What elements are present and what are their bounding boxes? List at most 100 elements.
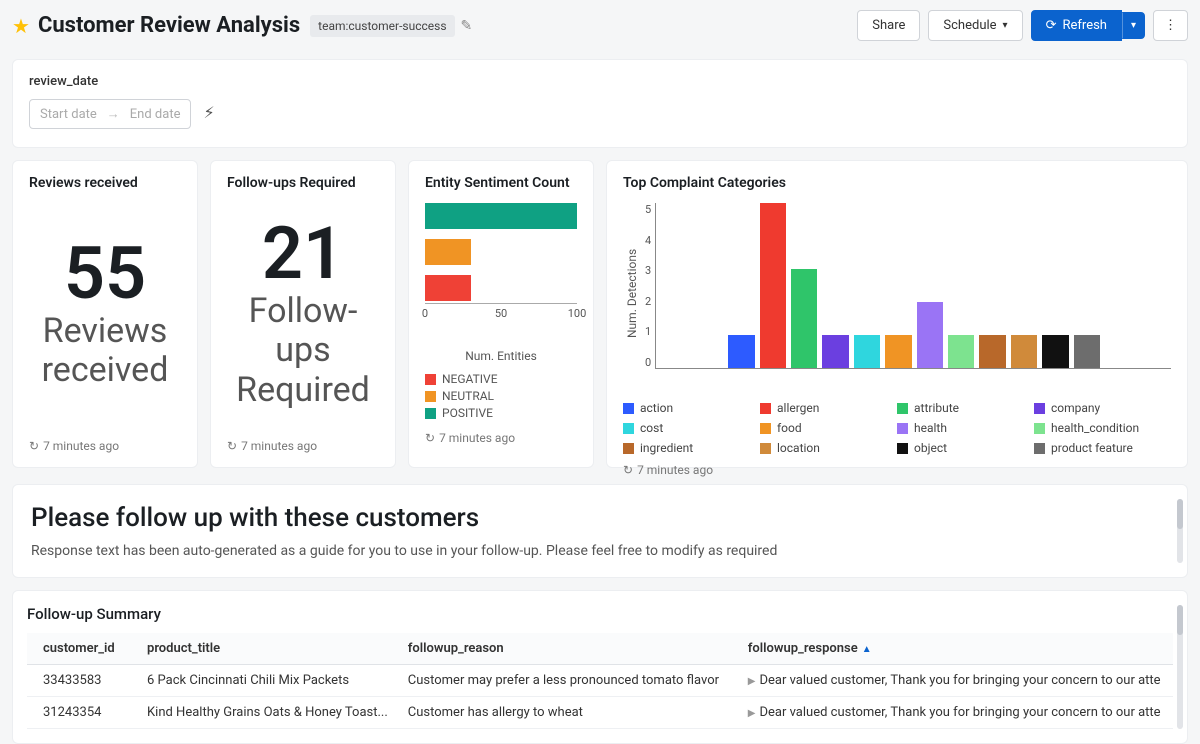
top-complaint-categories-card: Top Complaint Categories Num. Detections… xyxy=(606,160,1188,468)
star-icon[interactable]: ★ xyxy=(12,14,30,38)
section-subtitle: Response text has been auto-generated as… xyxy=(31,543,1169,559)
bar-product feature xyxy=(1074,335,1100,368)
legend-item: health_condition xyxy=(1034,421,1171,435)
sentiment-bar-chart: 0 50 100 xyxy=(425,203,577,323)
clock-icon: ↻ xyxy=(227,439,237,453)
bar-object xyxy=(1042,335,1068,368)
table-title: Follow-up Summary xyxy=(27,605,1173,623)
filter-card: review_date Start date → End date ⚡︎ xyxy=(12,59,1188,148)
complaint-bar-chart: Num. Detections 5 4 3 2 1 0 xyxy=(623,203,1171,383)
reviews-label: Reviews received xyxy=(29,312,181,390)
legend-item: cost xyxy=(623,421,760,435)
followups-label: Follow-ups Required xyxy=(227,292,379,409)
bar-cost xyxy=(854,335,880,368)
reviews-received-card: Reviews received 55 Reviews received ↻7 … xyxy=(12,160,198,468)
team-tag[interactable]: team:customer-success xyxy=(310,15,454,37)
y-axis-label: Num. Detections xyxy=(623,203,641,383)
reviews-count: 55 xyxy=(64,238,146,310)
cell-followup-reason: Customer may prefer a less pronounced to… xyxy=(398,665,738,697)
col-followup-response[interactable]: followup_response▲ xyxy=(738,633,1173,665)
col-product-title[interactable]: product_title xyxy=(137,633,398,665)
legend-item: NEGATIVE xyxy=(425,372,577,386)
cards-row: Reviews received 55 Reviews received ↻7 … xyxy=(0,156,1200,472)
bar-ingredient xyxy=(979,335,1005,368)
card-title: Follow-ups Required xyxy=(227,175,379,191)
bar-food xyxy=(885,335,911,368)
col-followup-reason[interactable]: followup_reason xyxy=(398,633,738,665)
sort-asc-icon: ▲ xyxy=(862,644,872,655)
follow-up-summary-card: Follow-up Summary customer_id product_ti… xyxy=(12,590,1188,744)
cell-customer-id: 33433583 xyxy=(27,665,137,697)
cell-customer-id: 31243354 xyxy=(27,697,137,729)
chevron-down-icon: ▾ xyxy=(1003,20,1008,31)
refresh-dropdown-button[interactable]: ▾ xyxy=(1122,12,1145,39)
refresh-button[interactable]: ⟳ Refresh xyxy=(1031,10,1122,41)
section-title: Please follow up with these customers xyxy=(31,503,1169,533)
card-title: Reviews received xyxy=(29,175,181,191)
kebab-icon: ⋮ xyxy=(1164,18,1177,33)
scrollbar[interactable] xyxy=(1177,499,1183,563)
legend-item: object xyxy=(897,441,1034,455)
card-timestamp: ↻7 minutes ago xyxy=(623,463,1171,477)
entity-sentiment-card: Entity Sentiment Count 0 50 100 Num. Ent… xyxy=(408,160,594,468)
legend-item: allergen xyxy=(760,401,897,415)
end-date-placeholder: End date xyxy=(130,107,181,122)
bar-attribute xyxy=(791,269,817,368)
sentiment-legend: NEGATIVE NEUTRAL POSITIVE xyxy=(425,369,577,423)
expand-icon[interactable]: ▶ xyxy=(748,708,756,719)
ytick: 2 xyxy=(645,295,651,308)
arrow-right-icon: → xyxy=(107,106,120,122)
bar-company xyxy=(822,335,848,368)
legend-item: POSITIVE xyxy=(425,406,577,420)
start-date-placeholder: Start date xyxy=(40,107,97,122)
ytick: 0 xyxy=(645,356,651,369)
bar-neutral xyxy=(425,239,471,265)
follow-up-section: Please follow up with these customers Re… xyxy=(12,484,1188,578)
col-customer-id[interactable]: customer_id xyxy=(27,633,137,665)
complaint-legend: actionallergenattributecompanycostfoodhe… xyxy=(623,401,1171,455)
legend-item: health xyxy=(897,421,1034,435)
card-timestamp: ↻7 minutes ago xyxy=(425,431,577,445)
bar-location xyxy=(1011,335,1037,368)
clock-icon: ↻ xyxy=(425,431,435,445)
xtick: 50 xyxy=(495,307,507,320)
bar-action xyxy=(728,335,754,368)
table-row[interactable]: 334335836 Pack Cincinnati Chili Mix Pack… xyxy=(27,665,1173,697)
clock-icon: ↻ xyxy=(623,463,633,477)
bar-health xyxy=(917,302,943,368)
followups-count: 21 xyxy=(262,218,344,290)
table-row[interactable]: 31243354Kind Healthy Grains Oats & Honey… xyxy=(27,697,1173,729)
card-timestamp: ↻7 minutes ago xyxy=(227,439,379,453)
ytick: 3 xyxy=(645,264,651,277)
refresh-label: Refresh xyxy=(1062,18,1106,33)
share-button[interactable]: Share xyxy=(857,10,920,41)
legend-item: action xyxy=(623,401,760,415)
legend-item: NEUTRAL xyxy=(425,389,577,403)
bolt-icon[interactable]: ⚡︎ xyxy=(203,103,214,122)
ytick: 5 xyxy=(645,203,651,216)
schedule-button[interactable]: Schedule▾ xyxy=(928,10,1022,41)
bar-negative xyxy=(425,275,471,301)
refresh-icon: ⟳ xyxy=(1046,18,1057,33)
legend-item: food xyxy=(760,421,897,435)
legend-item: company xyxy=(1034,401,1171,415)
xtick: 100 xyxy=(568,307,587,320)
date-range-input[interactable]: Start date → End date xyxy=(29,99,191,129)
scrollbar[interactable] xyxy=(1177,605,1183,729)
page-title: Customer Review Analysis xyxy=(38,13,300,38)
legend-item: location xyxy=(760,441,897,455)
plot-area xyxy=(655,203,1171,369)
pencil-icon[interactable]: ✎ xyxy=(461,18,473,34)
ytick: 1 xyxy=(645,325,651,338)
expand-icon[interactable]: ▶ xyxy=(748,676,756,687)
bar-health_condition xyxy=(948,335,974,368)
bar-positive xyxy=(425,203,577,229)
card-title: Entity Sentiment Count xyxy=(425,175,577,191)
cell-product-title: Kind Healthy Grains Oats & Honey Toast..… xyxy=(137,697,398,729)
xtick: 0 xyxy=(422,307,428,320)
legend-item: product feature xyxy=(1034,441,1171,455)
cell-followup-response: ▶Dear valued customer, Thank you for bri… xyxy=(738,665,1173,697)
card-timestamp: ↻7 minutes ago xyxy=(29,439,181,453)
more-menu-button[interactable]: ⋮ xyxy=(1153,10,1188,41)
table-header-row: customer_id product_title followup_reaso… xyxy=(27,633,1173,665)
